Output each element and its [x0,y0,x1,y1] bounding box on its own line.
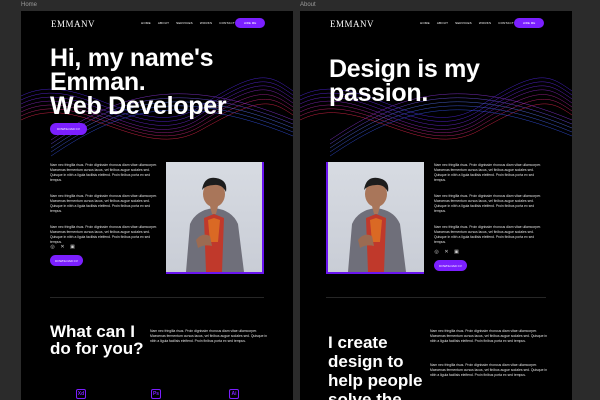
profile-photo [166,162,262,272]
logo[interactable]: EMMANV [51,19,95,29]
bio-paragraph: Nam nec fringilla risus. Proin dignissim… [50,194,158,213]
section-title-line: help people [328,371,423,390]
bio-paragraph: Nam nec fringilla risus. Proin dignissim… [50,225,158,244]
instagram-icon[interactable]: ◎ [50,244,55,250]
nav-item-home[interactable]: HOME [141,21,151,25]
social-links: ◎ ✕ ▣ [434,249,459,255]
person-illustration [348,177,406,272]
nav-item-works[interactable]: WORKS [200,21,212,25]
frame-label-about: About [300,2,316,8]
services-title-line: What can I [50,322,136,341]
hire-me-button[interactable]: HIRE ME [514,18,544,28]
adobe-xd-icon: Xd [76,389,86,399]
section-title-line: solve the [328,390,402,400]
nav-item-about[interactable]: ABOUT [437,21,448,25]
bio-paragraph: Nam nec fringilla risus. Proin dignissim… [50,163,158,182]
bio-download-cv-button[interactable]: DOWNLOAD CV [50,255,83,266]
main-nav: EMMANV HOME ABOUT SERVICES WORKS CONTACT… [300,18,572,29]
nav-item-contact[interactable]: CONTACT [219,21,235,25]
hero-download-cv-button[interactable]: DOWNLOAD CV [50,123,87,135]
person-illustration [186,177,244,272]
nav-item-services[interactable]: SERVICES [176,21,193,25]
hero-title-line: Design is my [329,55,480,83]
linkedin-icon[interactable]: ▣ [70,244,75,250]
logo[interactable]: EMMANV [330,19,374,29]
illustrator-icon: Ai [229,389,239,399]
nav-item-services[interactable]: SERVICES [455,21,472,25]
section-title-line: design to [328,352,404,371]
about-frame: EMMANV HOME ABOUT SERVICES WORKS CONTACT… [300,11,572,400]
main-nav: EMMANV HOME ABOUT SERVICES WORKS CONTACT… [21,18,293,29]
bio-paragraph: Nam nec fringilla risus. Proin dignissim… [434,194,542,213]
section-title-line: I create [328,333,388,352]
bio-paragraph: Nam nec fringilla risus. Proin dignissim… [434,163,542,182]
bio-paragraph: Nam nec fringilla risus. Proin dignissim… [434,225,542,244]
about-section-title: I create design to help people solve the [328,333,422,400]
services-paragraph: Nam nec fringilla risus. Proin dignissim… [150,329,268,343]
social-links: ◎ ✕ ▣ [50,244,75,250]
about-hero-title: Design is my passion. [329,55,480,107]
nav-menu: HOME ABOUT SERVICES WORKS CONTACT [141,21,235,25]
nav-item-home[interactable]: HOME [420,21,430,25]
hero-title-line: Web Developer [50,92,227,120]
x-twitter-icon[interactable]: ✕ [444,249,449,255]
section-divider [326,297,546,298]
linkedin-icon[interactable]: ▣ [454,249,459,255]
home-frame: EMMANV HOME ABOUT SERVICES WORKS CONTACT… [21,11,293,400]
nav-item-about[interactable]: ABOUT [158,21,169,25]
services-title: What can I do for you? [50,323,143,357]
section-divider [50,297,264,298]
hero-title: Hi, my name's Emman. Web Developer [50,44,227,120]
instagram-icon[interactable]: ◎ [434,249,439,255]
services-title-line: do for you? [50,339,144,358]
hero-title-line: Emman. [50,68,146,96]
hero-title-line: Hi, my name's [50,44,214,72]
hire-me-button[interactable]: HIRE ME [235,18,265,28]
nav-item-works[interactable]: WORKS [479,21,491,25]
photoshop-icon: Ps [151,389,161,399]
nav-menu: HOME ABOUT SERVICES WORKS CONTACT [420,21,514,25]
x-twitter-icon[interactable]: ✕ [60,244,65,250]
profile-photo [328,162,424,272]
section-paragraph: Nam nec fringilla risus. Proin dignissim… [430,363,548,377]
hero-title-line: passion. [329,79,429,107]
nav-item-contact[interactable]: CONTACT [498,21,514,25]
frame-label-home: Home [21,2,38,8]
section-paragraph: Nam nec fringilla risus. Proin dignissim… [430,329,548,343]
bio-download-cv-button[interactable]: DOWNLOAD CV [434,260,467,271]
